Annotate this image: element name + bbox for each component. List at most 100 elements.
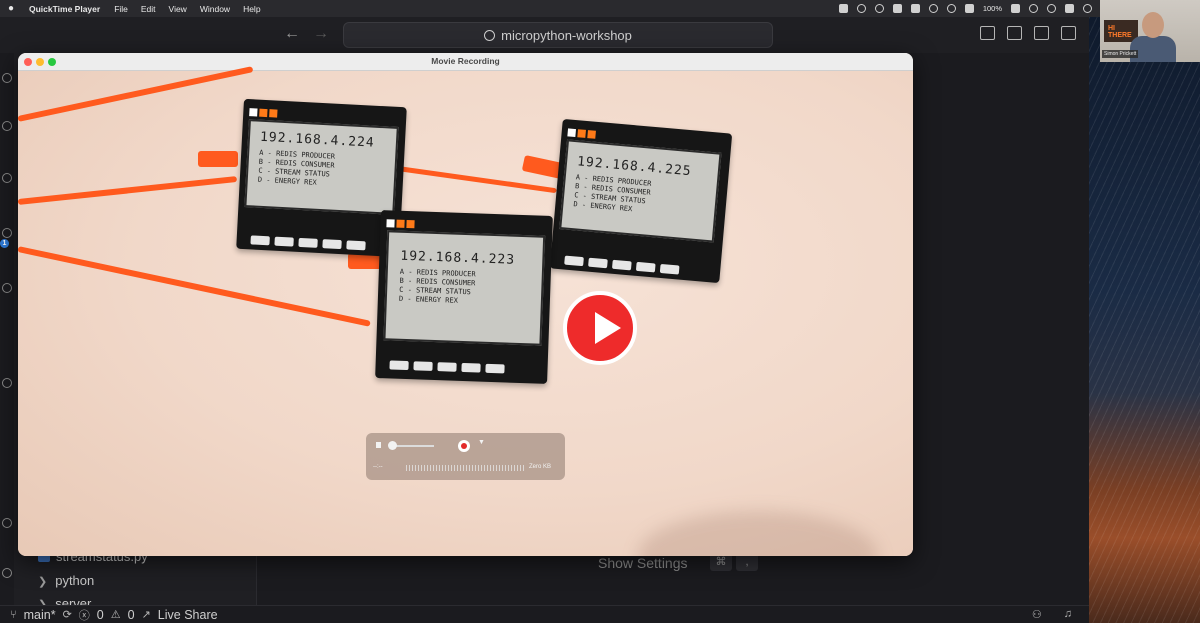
toggle-secondary-sidebar-icon[interactable] — [1034, 26, 1049, 40]
speaker-name-label: Simon Prickett — [1102, 50, 1139, 58]
wifi-icon[interactable] — [1029, 4, 1038, 13]
usb-connector — [198, 151, 238, 167]
board-logo — [249, 103, 289, 118]
board-buttons — [564, 255, 680, 275]
battery-icon[interactable] — [1011, 4, 1020, 13]
vscode-title-bar: ← → micropython-workshop — [0, 17, 1090, 53]
usb-cable — [18, 66, 254, 122]
manage-gear-icon[interactable] — [2, 568, 12, 578]
volume-icon[interactable] — [964, 4, 974, 13]
siri-icon[interactable] — [1083, 4, 1092, 13]
apple-menu-icon[interactable]: ● — [8, 3, 17, 14]
toggle-sidebar-icon[interactable] — [980, 26, 995, 40]
ip-address: 192.168.4.223 — [400, 248, 516, 268]
menu-file[interactable]: File — [114, 4, 128, 14]
warning-icon: ⚠ — [110, 609, 121, 621]
screen: ● QuickTime Player File Edit View Window… — [0, 0, 1200, 623]
weather-icon[interactable] — [856, 4, 866, 13]
sync-icon[interactable]: ⟳ — [63, 608, 72, 621]
control-center-icon[interactable] — [1065, 4, 1074, 13]
extensions-icon[interactable] — [2, 283, 12, 293]
forward-arrow-icon[interactable]: → — [313, 25, 329, 43]
menu-window[interactable]: Window — [200, 4, 230, 14]
lcd-screen: 192.168.4.225 A - REDIS PRODUCER B - RED… — [559, 139, 722, 243]
desktop-wallpaper — [1089, 17, 1200, 623]
lcd-screen: 192.168.4.223 A - REDIS PRODUCER B - RED… — [383, 230, 546, 346]
notifications-bell-icon[interactable]: ♫ — [1064, 608, 1072, 621]
recording-controls: ▼ --:-- Zero KB — [366, 433, 565, 480]
quicktime-title-bar[interactable]: Movie Recording — [18, 53, 913, 71]
moon-icon[interactable] — [946, 4, 956, 13]
lcd-screen: 192.168.4.224 A - REDIS PRODUCER B - RED… — [244, 119, 399, 215]
search-view-icon[interactable] — [2, 121, 12, 131]
pico-display-board: 192.168.4.223 A - REDIS PRODUCER B - RED… — [375, 210, 553, 384]
tree-folder-python[interactable]: ❯ python — [38, 573, 94, 588]
chevron-down-icon[interactable]: ▼ — [478, 439, 485, 446]
board-buttons — [389, 360, 505, 374]
hand-shadow — [638, 511, 878, 556]
macos-menu-bar: ● QuickTime Player File Edit View Window… — [0, 0, 1100, 17]
pico-display-board: 192.168.4.225 A - REDIS PRODUCER B - RED… — [549, 118, 733, 284]
person-head — [1142, 12, 1164, 38]
display-icon[interactable] — [910, 4, 920, 13]
source-control-badge: 1 — [0, 239, 9, 248]
menu-view[interactable]: View — [169, 4, 187, 14]
video-preview: 192.168.4.224 A - REDIS PRODUCER B - RED… — [18, 66, 913, 556]
volume-slider-knob[interactable] — [388, 441, 397, 450]
customize-layout-icon[interactable] — [1061, 26, 1076, 40]
board-buttons — [250, 235, 366, 251]
toggle-panel-icon[interactable] — [1007, 26, 1022, 40]
play-button[interactable] — [563, 291, 637, 365]
remote-explorer-icon[interactable] — [2, 378, 12, 388]
menu-edit[interactable]: Edit — [141, 4, 156, 14]
command-center[interactable]: micropython-workshop — [343, 22, 773, 48]
sign-text: HI THERE — [1108, 25, 1132, 39]
file-size: Zero KB — [529, 464, 552, 470]
usb-cable — [18, 176, 238, 205]
branch-name[interactable]: main* — [24, 608, 56, 622]
vscode-status-bar: ⑂ main* ⟳ ⓧ 0 ⚠ 0 ↗ Live Share ⚇ ♫ — [0, 605, 1090, 623]
person-body — [1130, 36, 1176, 62]
webcam-overlay: HI THERE Simon Prickett — [1100, 0, 1200, 62]
back-arrow-icon[interactable]: ← — [284, 25, 300, 43]
workspace-name: micropython-workshop — [501, 27, 632, 43]
board-logo — [567, 123, 609, 139]
globe-icon[interactable] — [874, 4, 884, 13]
window-title: Movie Recording — [431, 56, 500, 66]
accounts-icon[interactable]: ⚇ — [1032, 608, 1042, 621]
explorer-icon[interactable] — [2, 73, 12, 83]
record-button[interactable] — [458, 440, 470, 452]
battery-percent[interactable]: 100% — [983, 4, 1002, 13]
error-icon: ⓧ — [78, 609, 90, 622]
quicktime-window: Movie Recording 192.168.4.224 A - REDIS … — [18, 53, 913, 556]
search-icon[interactable] — [1047, 4, 1056, 13]
play-icon — [595, 312, 621, 344]
warning-count[interactable]: 0 — [128, 608, 135, 622]
live-share-button[interactable]: Live Share — [158, 608, 218, 622]
screen-icon[interactable] — [838, 4, 848, 13]
usb-cable — [18, 246, 371, 327]
error-count[interactable]: 0 — [97, 608, 104, 622]
source-control-icon[interactable] — [2, 173, 12, 183]
dropbox-icon[interactable] — [892, 4, 902, 13]
account-icon[interactable] — [2, 518, 12, 528]
search-icon — [484, 29, 496, 41]
branch-icon: ⑂ — [10, 608, 17, 621]
status-right: ⚇ ♫ — [1032, 608, 1090, 621]
ip-address: 192.168.4.224 — [259, 129, 376, 151]
folder-label: python — [55, 573, 95, 588]
menu-help[interactable]: Help — [243, 4, 260, 14]
board-logo — [386, 214, 426, 229]
chevron-right-icon: ❯ — [38, 576, 48, 588]
app-menu[interactable]: QuickTime Player — [29, 4, 100, 14]
layout-controls — [980, 26, 1076, 40]
bluetooth-icon[interactable] — [928, 4, 938, 13]
run-debug-icon[interactable] — [2, 228, 12, 238]
activity-bar: 1 — [0, 53, 14, 605]
recording-time: --:-- — [373, 464, 383, 470]
live-share-icon: ↗ — [141, 609, 151, 621]
show-settings-hint: Show Settings — [598, 555, 688, 571]
speaker-icon — [376, 442, 382, 448]
audio-level-meter — [406, 465, 524, 471]
status-menus: 100% — [838, 4, 1092, 13]
